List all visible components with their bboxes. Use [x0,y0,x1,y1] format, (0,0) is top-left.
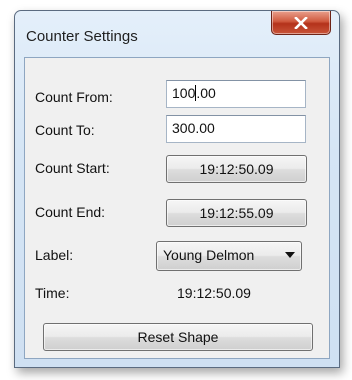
time-label: Time: [35,285,70,301]
dialog-body: Count From: 100.00 Count To: 300.00 Coun… [24,57,330,359]
count-end-button[interactable]: 19:12:55.09 [166,199,307,227]
close-button[interactable] [271,11,331,35]
count-end-label: Count End: [35,204,106,220]
count-from-label: Count From: [35,89,113,105]
count-start-value: 19:12:50.09 [199,161,274,177]
count-to-input[interactable]: 300.00 [166,115,306,143]
count-end-value: 19:12:55.09 [199,205,274,221]
label-field-label: Label: [35,247,74,263]
count-from-input[interactable]: 100.00 [166,80,306,108]
close-icon [294,16,308,29]
count-to-label: Count To: [35,122,95,138]
count-from-value-decimal: .00 [196,85,216,101]
window-title: Counter Settings [26,28,138,45]
reset-shape-label: Reset Shape [137,329,219,345]
chevron-down-icon [285,252,295,258]
time-value: 19:12:50.09 [177,285,251,301]
counter-settings-dialog: Counter Settings Count From: 100.00 Coun… [14,10,340,368]
count-from-value-integer: 100 [172,85,196,101]
count-start-label: Count Start: [35,160,110,176]
label-dropdown-value: Young Delmon [163,247,255,263]
count-start-button[interactable]: 19:12:50.09 [166,155,307,183]
page: Counter Settings Count From: 100.00 Coun… [0,0,352,380]
reset-shape-button[interactable]: Reset Shape [43,323,313,351]
label-dropdown[interactable]: Young Delmon [156,241,302,271]
